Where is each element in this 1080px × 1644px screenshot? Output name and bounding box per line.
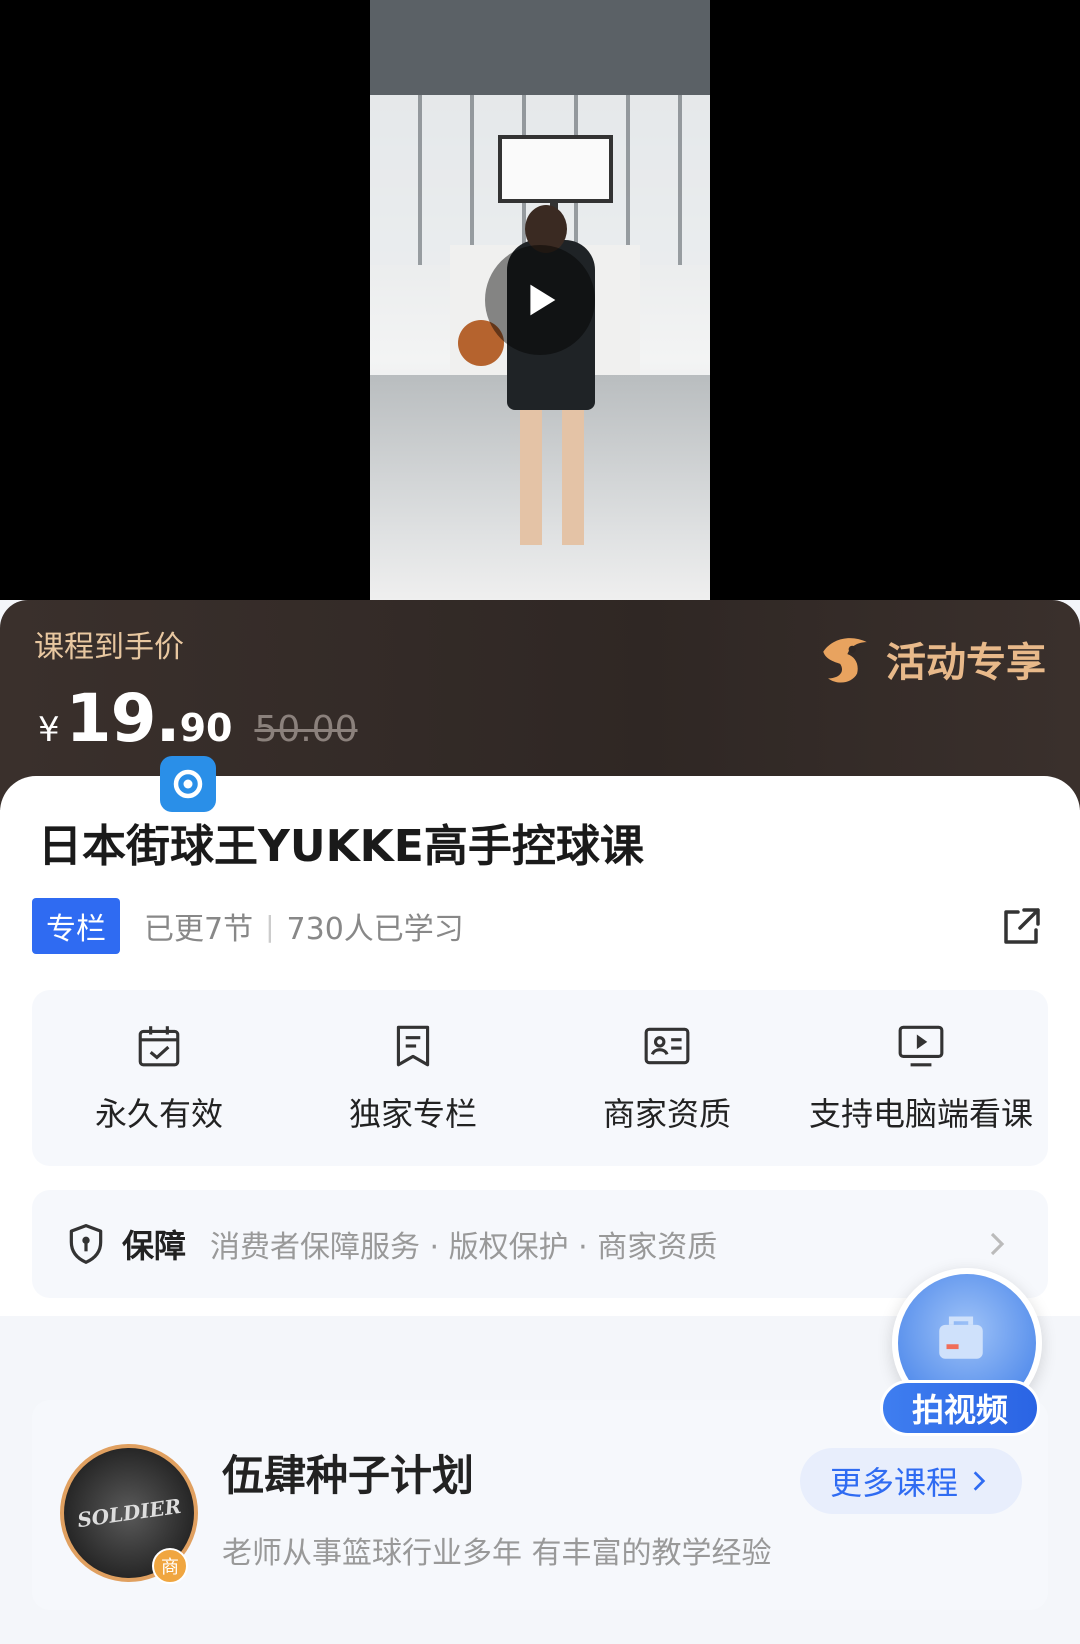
player-legs — [520, 405, 584, 545]
guarantee-items: 消费者保障服务 · 版权保护 · 商家资质 — [210, 1230, 718, 1265]
play-icon — [530, 284, 556, 316]
video-roof — [370, 0, 710, 95]
swallow-logo-icon — [823, 638, 867, 683]
guarantee-label: 保障 — [122, 1227, 187, 1265]
video-player[interactable] — [0, 0, 1080, 600]
feature-permanent: 永久有效 — [32, 990, 286, 1166]
shield-icon — [69, 1224, 103, 1264]
basketball-backboard — [498, 135, 613, 203]
feature-exclusive: 独家专栏 — [286, 990, 540, 1166]
share-icon[interactable] — [998, 902, 1046, 950]
calendar-check-icon — [138, 1026, 180, 1067]
feature-label: 永久有效 — [94, 1095, 223, 1133]
teacher-description: 老师从事篮球行业多年 有丰富的教学经验 — [222, 1536, 772, 1571]
course-info-card: 日本街球王YUKKE高手控球课 专栏 已更7节 | 730人已学习 永久有效 独… — [0, 756, 1080, 1316]
course-meta: 专栏 已更7节 | 730人已学习 — [32, 898, 464, 954]
feature-label: 商家资质 — [602, 1095, 731, 1133]
feature-strip: 永久有效 独家专栏 商家资质 支持电脑端看课 — [32, 990, 1048, 1166]
book-icon — [396, 1025, 430, 1067]
price-decimal: 90 — [179, 706, 233, 750]
feature-desktop: 支持电脑端看课 — [794, 990, 1048, 1166]
feature-label: 独家专栏 — [348, 1095, 477, 1133]
meta-divider: | — [265, 909, 275, 943]
price-label: 课程到手价 — [34, 630, 184, 665]
chevron-right-icon — [973, 1471, 986, 1491]
promo-label: 活动专享 — [886, 640, 1046, 686]
chevron-right-icon — [990, 1232, 1005, 1256]
promo-badge: 活动专享 — [816, 630, 1046, 688]
more-courses-label: 更多课程 — [829, 1464, 958, 1502]
bag-icon — [939, 1316, 983, 1359]
shoot-video-label: 拍视频 — [880, 1380, 1040, 1436]
course-title: 日本街球王YUKKE高手控球课 — [38, 821, 644, 872]
price-integer: 19. — [65, 680, 181, 757]
teacher-name: 伍肆种子计划 — [222, 1451, 475, 1500]
id-card-icon — [644, 1027, 690, 1065]
more-courses-button[interactable]: 更多课程 — [799, 1448, 1022, 1514]
merchant-badge: 商 — [152, 1548, 188, 1584]
learner-count: 730人已学习 — [286, 912, 464, 947]
column-tag: 专栏 — [32, 898, 120, 954]
monitor-play-icon — [898, 1025, 944, 1067]
currency-symbol: ¥ — [38, 710, 60, 750]
shoot-video-button[interactable]: 拍视频 — [880, 1268, 1052, 1436]
play-button[interactable] — [485, 245, 595, 355]
feature-label: 支持电脑端看课 — [808, 1095, 1033, 1133]
feature-merchant[interactable]: 商家资质 — [540, 990, 794, 1166]
avatar-logo-text: SOLDIER — [75, 1493, 183, 1533]
video-thumbnail — [370, 0, 710, 600]
watermark-logo-icon — [160, 756, 216, 812]
price-row: ¥ 19. 90 50.00 — [38, 680, 358, 757]
update-count: 已更7节 — [144, 912, 254, 947]
original-price: 50.00 — [254, 709, 358, 750]
